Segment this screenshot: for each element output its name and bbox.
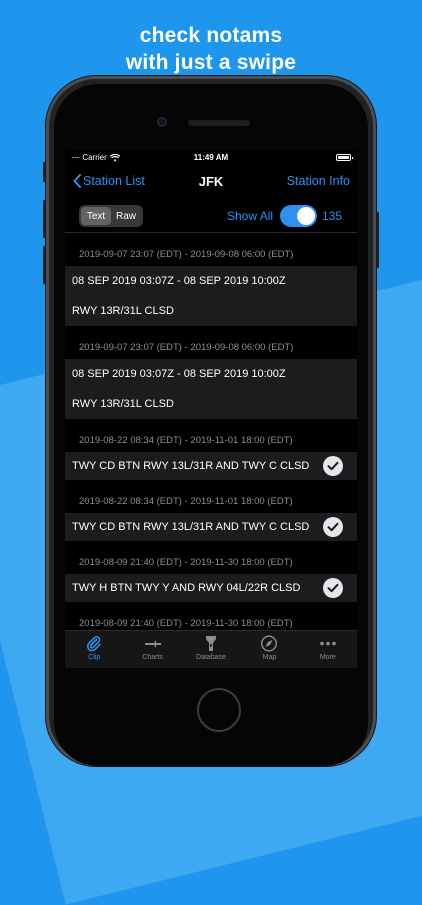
tab-charts[interactable]: Charts — [123, 631, 181, 668]
tab-label: Database — [196, 654, 226, 661]
power-button — [376, 212, 379, 268]
headline-line-2: with just a swipe — [125, 51, 297, 74]
notam-row: TWY CD BTN RWY 13L/31R AND TWY C CLSD — [65, 452, 357, 480]
notam-line: TWY CD BTN RWY 13L/31R AND TWY C CLSD — [72, 521, 310, 533]
notam-line: 08 SEP 2019 03:07Z - 08 SEP 2019 10:00Z — [65, 359, 357, 389]
earpiece-speaker — [188, 120, 250, 126]
tab-label: Charts — [142, 654, 163, 661]
tab-database[interactable]: Database — [182, 631, 240, 668]
tab-label: More — [319, 654, 336, 661]
station-info-button[interactable]: Station Info — [287, 174, 350, 188]
notam-list[interactable]: 2019-09-07 23:07 (EDT) - 2019-09-08 06:0… — [65, 233, 357, 664]
volume-up-button — [43, 200, 46, 238]
notam-count: 135 — [322, 209, 343, 223]
status-bar: ····· Carrier 11:49 AM — [65, 150, 357, 166]
checkmark-icon[interactable] — [323, 517, 343, 537]
show-all-toggle[interactable] — [280, 205, 317, 227]
notam-line: RWY 13R/31L CLSD — [65, 296, 357, 326]
notam-item[interactable]: 2019-08-22 08:34 (EDT) - 2019-11-01 18:0… — [65, 419, 357, 480]
charts-icon — [144, 640, 161, 648]
notam-line: RWY 13R/31L CLSD — [65, 389, 357, 419]
toggle-knob — [297, 207, 315, 225]
show-all-label: Show All — [227, 209, 274, 223]
home-button — [197, 688, 241, 732]
notam-date-range: 2019-09-07 23:07 (EDT) - 2019-09-08 06:0… — [79, 249, 294, 260]
headline-line-1: check notams — [139, 24, 283, 47]
status-time: 11:49 AM — [193, 153, 229, 162]
battery-icon — [336, 154, 353, 161]
notam-date-range: 2019-09-07 23:07 (EDT) - 2019-09-08 06:0… — [79, 342, 294, 353]
text-raw-segmented-control: Text Raw — [79, 205, 143, 227]
app-screen: ····· Carrier 11:49 AM Station List JFK … — [65, 150, 357, 668]
notam-item[interactable]: 2019-09-07 23:07 (EDT) - 2019-09-08 06:0… — [65, 326, 357, 419]
notam-date-range: 2019-08-22 08:34 (EDT) - 2019-11-01 18:0… — [79, 435, 293, 446]
front-camera — [157, 117, 167, 127]
tab-clip[interactable]: Clip — [65, 631, 123, 668]
tab-label: Clip — [88, 654, 101, 661]
notam-date-range: 2019-08-09 21:40 (EDT) - 2019-11-30 18:0… — [79, 557, 293, 568]
tab-more[interactable]: More — [299, 631, 357, 668]
notam-line: TWY CD BTN RWY 13L/31R AND TWY C CLSD — [72, 460, 310, 472]
marketing-headline: check notams with just a swipe — [0, 22, 422, 76]
silent-switch — [43, 162, 46, 182]
segment-text[interactable]: Text — [81, 207, 111, 225]
more-dots-icon — [320, 641, 336, 646]
notam-line: TWY H BTN TWY Y AND RWY 04L/22R CLSD — [72, 582, 301, 594]
notam-date-range: 2019-08-22 08:34 (EDT) - 2019-11-01 18:0… — [79, 496, 293, 507]
notam-row: TWY CD BTN RWY 13L/31R AND TWY C CLSD — [65, 513, 357, 541]
notam-item[interactable]: 2019-08-22 08:34 (EDT) - 2019-11-01 18:0… — [65, 480, 357, 541]
flashlight-icon — [206, 636, 217, 651]
notam-item[interactable]: 2019-08-09 21:40 (EDT) - 2019-11-30 18:0… — [65, 541, 357, 602]
segment-raw[interactable]: Raw — [111, 207, 141, 225]
navigation-bar: Station List JFK Station Info — [65, 166, 357, 196]
notam-item[interactable]: 2019-09-07 23:07 (EDT) - 2019-09-08 06:0… — [65, 233, 357, 326]
checkmark-icon[interactable] — [323, 456, 343, 476]
tab-label: Map — [262, 654, 277, 661]
volume-down-button — [43, 246, 46, 284]
tab-map[interactable]: Map — [240, 631, 298, 668]
filter-toolbar: Text Raw Show All 135 — [65, 196, 357, 233]
notam-row: TWY H BTN TWY Y AND RWY 04L/22R CLSD — [65, 574, 357, 602]
notam-line: 08 SEP 2019 03:07Z - 08 SEP 2019 10:00Z — [65, 266, 357, 296]
paperclip-icon — [87, 636, 102, 652]
compass-icon — [261, 635, 278, 652]
tab-bar: Clip Charts Database Map More — [65, 630, 357, 668]
checkmark-icon[interactable] — [323, 578, 343, 598]
